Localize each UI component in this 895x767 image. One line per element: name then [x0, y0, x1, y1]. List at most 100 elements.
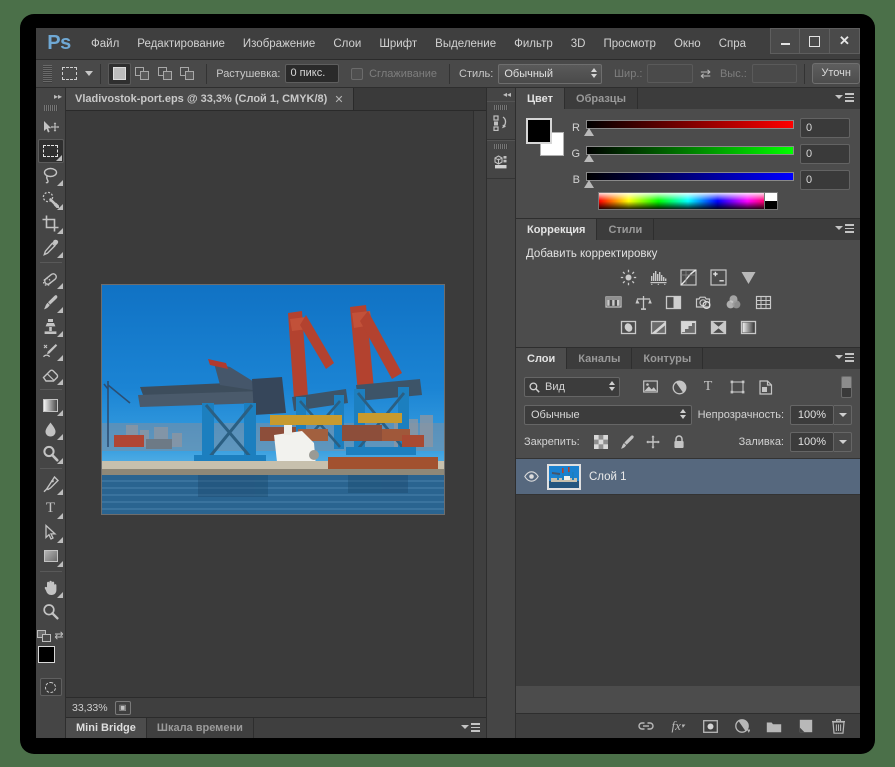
new-group-icon[interactable] — [766, 718, 782, 734]
antialias-checkbox[interactable] — [351, 68, 363, 80]
new-layer-icon[interactable] — [798, 718, 814, 734]
blur-tool[interactable] — [38, 417, 64, 441]
pixel-filter-icon[interactable] — [642, 379, 658, 395]
color-panel-foreground-swatch[interactable] — [526, 118, 552, 144]
properties-panel-icon[interactable] — [490, 152, 512, 172]
layer-mask-icon[interactable] — [702, 718, 718, 734]
hand-tool[interactable] — [38, 575, 64, 599]
pen-tool[interactable] — [38, 472, 64, 496]
r-slider[interactable] — [586, 119, 794, 137]
rectangular-marquee-tool[interactable] — [38, 139, 64, 163]
opacity-input[interactable]: 100% — [790, 405, 834, 425]
channel-mixer-icon[interactable] — [723, 293, 744, 312]
document-tab[interactable]: Vladivostok-port.eps @ 33,3% (Слой 1, CM… — [66, 88, 354, 110]
swap-arrows-icon[interactable]: ⇄ — [700, 66, 711, 82]
gradient-tool[interactable] — [38, 393, 64, 417]
color-panel-menu-icon[interactable] — [835, 93, 854, 102]
dodge-tool[interactable] — [38, 441, 64, 465]
tab-swatches[interactable]: Образцы — [565, 88, 638, 109]
feather-input[interactable]: 0 пикс. — [285, 64, 339, 83]
menu-item-edit[interactable]: Редактирование — [128, 28, 234, 60]
adjustments-panel-menu-icon[interactable] — [835, 224, 854, 233]
shape-filter-icon[interactable] — [729, 379, 745, 395]
zoom-tool[interactable] — [38, 599, 64, 623]
eyedropper-tool[interactable] — [38, 235, 64, 259]
fill-input[interactable]: 100% — [790, 432, 834, 452]
color-spectrum-ramp[interactable] — [598, 192, 778, 210]
brightness-contrast-icon[interactable] — [618, 268, 639, 287]
canvas-vertical-scrollbar[interactable] — [473, 111, 486, 697]
menu-item-select[interactable]: Выделение — [426, 28, 505, 60]
new-selection-button[interactable] — [108, 63, 131, 85]
subtract-from-selection-button[interactable] — [154, 63, 177, 85]
add-to-selection-button[interactable] — [131, 63, 154, 85]
tab-layers[interactable]: Слои — [516, 348, 567, 369]
lock-image-icon[interactable] — [620, 435, 635, 450]
tab-paths[interactable]: Контуры — [632, 348, 703, 369]
move-tool[interactable] — [38, 115, 64, 139]
close-icon[interactable]: ✕ — [334, 93, 343, 106]
layer-style-fx-icon[interactable]: fx▾ — [670, 718, 686, 734]
menu-item-window[interactable]: Окно — [665, 28, 710, 60]
levels-icon[interactable] — [648, 268, 669, 287]
adjustment-filter-icon[interactable] — [671, 379, 687, 395]
foreground-color-swatch[interactable] — [38, 646, 55, 663]
stepper-icon[interactable] — [680, 409, 686, 419]
canvas-viewport[interactable] — [66, 111, 486, 697]
layer-filter-toggle[interactable] — [841, 376, 852, 398]
color-swatches[interactable] — [38, 646, 64, 672]
rectangle-tool[interactable] — [38, 544, 64, 568]
menu-item-help[interactable]: Спра — [710, 28, 755, 60]
g-value-input[interactable]: 0 — [800, 144, 850, 164]
menu-item-file[interactable]: Файл — [82, 28, 128, 60]
color-balance-icon[interactable] — [633, 293, 654, 312]
menu-item-type[interactable]: Шрифт — [370, 28, 426, 60]
document-info-icon[interactable]: ▣ — [115, 701, 131, 715]
zoom-level[interactable]: 33,33% — [72, 702, 108, 714]
r-value-input[interactable]: 0 — [800, 118, 850, 138]
path-selection-tool[interactable] — [38, 520, 64, 544]
toolbox-grip[interactable] — [44, 105, 58, 111]
layer-thumbnail[interactable] — [547, 464, 581, 490]
color-panel-swatches[interactable] — [526, 118, 564, 156]
clone-stamp-tool[interactable] — [38, 314, 64, 338]
color-lookup-icon[interactable] — [753, 293, 774, 312]
gradient-map-icon[interactable] — [738, 318, 759, 337]
minimize-button[interactable] — [770, 28, 800, 54]
swap-colors-icon[interactable]: ⇄ — [54, 629, 63, 642]
panel-grip[interactable] — [494, 105, 508, 110]
history-panel-icon[interactable] — [490, 113, 512, 133]
default-colors-icon[interactable] — [37, 630, 51, 642]
crop-tool[interactable] — [38, 211, 64, 235]
artboard[interactable] — [101, 284, 445, 515]
fill-dropdown-icon[interactable] — [834, 432, 852, 452]
vibrance-icon[interactable] — [738, 268, 759, 287]
lock-transparent-icon[interactable] — [594, 435, 609, 450]
intersect-selection-button[interactable] — [177, 63, 200, 85]
layer-visibility-eye-icon[interactable] — [524, 470, 539, 483]
toolbox-collapse-button[interactable]: ▸▸ — [36, 90, 65, 103]
invert-icon[interactable] — [618, 318, 639, 337]
black-white-icon[interactable] — [663, 293, 684, 312]
table-row[interactable]: Слой 1 — [516, 459, 860, 495]
brush-tool[interactable] — [38, 290, 64, 314]
healing-brush-tool[interactable] — [38, 266, 64, 290]
eraser-tool[interactable] — [38, 362, 64, 386]
panel-grip[interactable] — [494, 144, 508, 149]
quick-mask-toggle[interactable] — [40, 678, 62, 696]
tab-styles[interactable]: Стили — [597, 219, 654, 240]
chevron-down-icon[interactable] — [85, 71, 93, 76]
close-button[interactable]: ✕ — [830, 28, 860, 54]
menu-item-view[interactable]: Просмотр — [594, 28, 665, 60]
rectangular-marquee-icon[interactable] — [57, 63, 82, 85]
type-tool[interactable]: T — [38, 496, 64, 520]
tab-color[interactable]: Цвет — [516, 88, 565, 109]
blend-mode-select[interactable]: Обычные — [524, 405, 692, 425]
selective-color-icon[interactable] — [708, 318, 729, 337]
lasso-tool[interactable] — [38, 163, 64, 187]
rail-collapse-button[interactable]: ◂◂ — [487, 88, 515, 101]
b-slider[interactable] — [586, 171, 794, 189]
height-input[interactable] — [752, 64, 798, 83]
menu-item-3d[interactable]: 3D — [562, 28, 595, 60]
g-slider-thumb[interactable] — [584, 154, 594, 162]
